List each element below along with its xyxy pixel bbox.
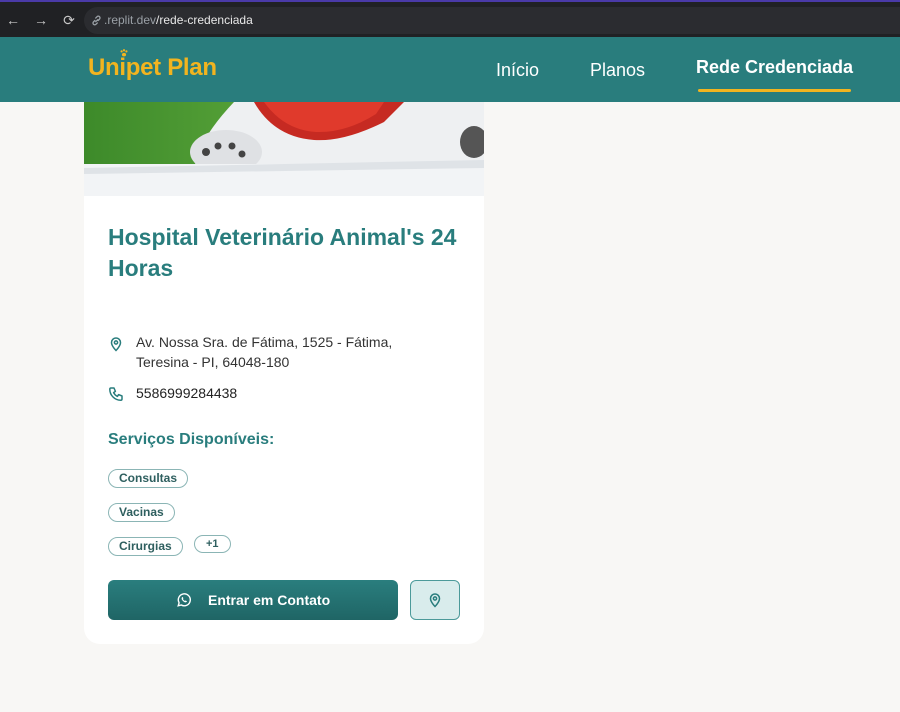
provider-address: Av. Nossa Sra. de Fátima, 1525 - Fátima,… (136, 334, 393, 370)
link-icon (92, 15, 101, 26)
service-chip: Consultas (108, 469, 189, 488)
contact-button[interactable]: Entrar em Contato (108, 580, 398, 620)
active-nav-indicator (698, 89, 851, 92)
more-services-chip[interactable]: +1 (194, 535, 231, 553)
site-logo[interactable]: Unipet Plan (88, 49, 217, 82)
forward-arrow-icon[interactable]: → (32, 11, 50, 29)
address-bar[interactable]: .replit.dev/rede-credenciada (84, 7, 900, 34)
url-domain: .replit.dev (104, 13, 157, 27)
paw-icon (120, 49, 128, 57)
service-chip: Vacinas (108, 503, 175, 522)
reload-icon[interactable]: ⟳ (60, 11, 78, 29)
provider-photo (84, 102, 484, 196)
site-header: Unipet Plan Início Planos Rede Credencia… (0, 37, 900, 102)
nav-rede-credenciada[interactable]: Rede Credenciada (696, 57, 853, 78)
map-pin-icon (429, 593, 441, 608)
map-location-button[interactable] (410, 580, 460, 620)
browser-toolbar: ← → ⟳ .replit.dev/rede-credenciada (0, 0, 900, 37)
url-text: .replit.dev/rede-credenciada (104, 13, 253, 27)
provider-title: Hospital Veterinário Animal's 24 Horas (108, 224, 457, 281)
url-path: /rede-credenciada (156, 13, 253, 27)
nav-planos[interactable]: Planos (590, 60, 645, 81)
services-heading: Serviços Disponíveis: (108, 431, 275, 448)
nav-inicio[interactable]: Início (496, 60, 539, 81)
phone-icon (109, 387, 123, 401)
provider-card: Hospital Veterinário Animal's 24 Horas A… (84, 102, 484, 644)
back-arrow-icon[interactable]: ← (4, 11, 22, 29)
logo-text: Unipet Plan (88, 54, 217, 81)
provider-phone[interactable]: 5586999284438 (136, 385, 237, 401)
whatsapp-icon (177, 593, 191, 607)
contact-button-label: Entrar em Contato (208, 592, 331, 608)
map-pin-icon (110, 337, 122, 352)
service-chip: Cirurgias (108, 537, 183, 556)
